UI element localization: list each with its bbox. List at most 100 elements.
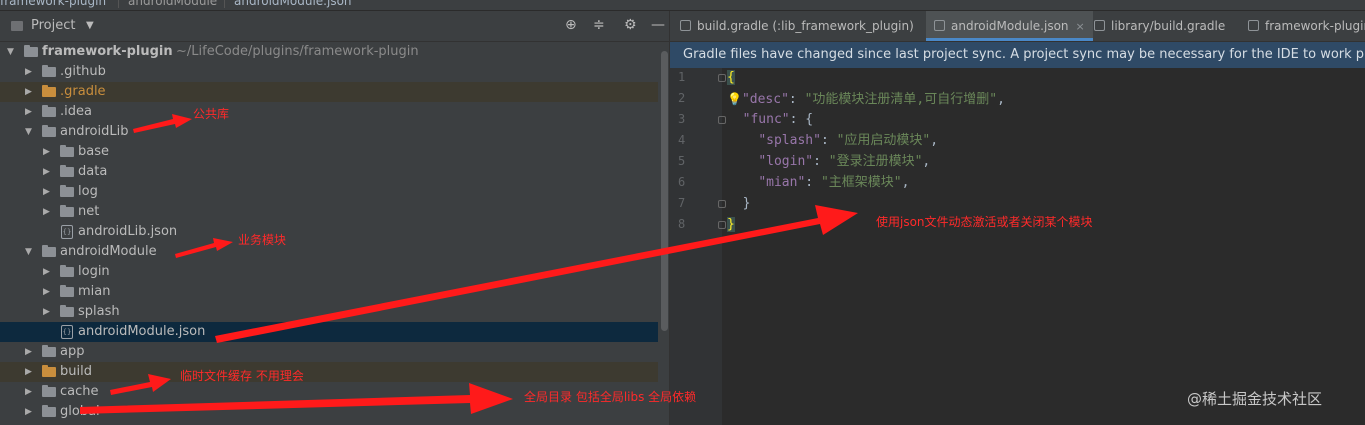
fold-marker-icon[interactable] [718,221,726,229]
tab-androidmodule-json[interactable]: androidModule.json × [926,11,1093,41]
expand-arrow-icon[interactable]: ▶ [25,362,32,382]
tree-item-global[interactable]: ▶ global [0,402,658,422]
tree-item-androidmodule[interactable]: ▼ androidModule [0,242,658,262]
expand-arrow-icon[interactable]: ▶ [43,302,50,322]
tab-label: library/build.gradle [1111,19,1226,33]
breadcrumb-root[interactable]: framework-plugin [0,0,106,8]
tree-item-gradle[interactable]: ▶ .gradle [0,82,658,102]
breadcrumb-module[interactable]: androidModule [128,0,217,8]
expand-arrow-icon[interactable]: ▶ [43,282,50,302]
tree-item-build[interactable]: ▶ build [0,362,658,382]
expand-arrow-icon[interactable]: ▼ [25,122,32,142]
gradle-file-icon [1094,20,1105,31]
expand-arrow-icon[interactable]: ▶ [25,382,32,402]
tree-item-github[interactable]: ▶ .github [0,62,658,82]
folder-icon [42,105,56,117]
tree-item-label: androidLib.json [78,224,178,239]
chevron-down-icon[interactable]: ▼ [86,20,94,31]
json-value: "主框架模块" [820,175,902,190]
tree-item-net[interactable]: ▶ net [0,202,658,222]
line-number: 7 [678,196,686,210]
project-panel-header: Project ▼ ⊕ ≑ ⚙ — [0,11,669,42]
fold-marker-icon[interactable] [718,200,726,208]
expand-arrow-icon[interactable]: ▶ [25,82,32,102]
line-number: 3 [678,112,686,126]
expand-arrow-icon[interactable]: ▶ [43,202,50,222]
annotation-cache: 临时文件缓存 不用理会 [180,369,304,383]
tree-item-label: .idea [60,104,92,119]
collapse-icon[interactable]: ≑ [593,17,605,33]
editor-tabs: build.gradle (:lib_framework_plugin) and… [670,11,1365,42]
folder-icon [60,265,74,277]
code-editor[interactable]: 1 2 3 4 5 6 7 8 { 💡"desc": "功能模块注册清单,可自行… [670,68,1365,425]
folder-icon [42,385,56,397]
tree-item-androidlib-json[interactable]: {} androidLib.json [0,222,658,242]
expand-arrow-icon[interactable]: ▶ [43,262,50,282]
fold-marker-icon[interactable] [718,74,726,82]
tree-item-androidlib[interactable]: ▼ androidLib [0,122,658,142]
expand-arrow-icon[interactable]: ▶ [25,102,32,122]
tree-item-androidmodule-json[interactable]: {} androidModule.json [0,322,658,342]
tree-item-label: net [78,204,100,219]
expand-arrow-icon[interactable]: ▶ [43,162,50,182]
annotation-public-lib: 公共库 [193,107,230,121]
code-line-5: "login": "登录注册模块", [758,154,931,169]
minimize-icon[interactable]: — [651,17,665,33]
expand-arrow-icon[interactable]: ▶ [25,62,32,82]
tree-item-label: cache [60,384,99,399]
tree-item-label: androidLib [60,124,129,139]
tab-framework-plugin[interactable]: framework-plugin [1248,11,1365,41]
expand-arrow-icon[interactable]: ▼ [25,242,32,262]
tree-item-label: data [78,164,108,179]
gear-icon[interactable]: ⚙ [624,17,637,33]
project-icon [11,21,23,31]
tree-item-label: build [60,364,92,379]
expand-arrow-icon[interactable]: ▶ [43,142,50,162]
annotation-global: 全局目录 包括全局libs 全局依赖 [524,390,697,404]
breadcrumb-separator [118,0,119,8]
code-line-6: "mian": "主框架模块", [758,175,910,190]
tree-item-label: mian [78,284,111,299]
folder-icon [42,245,56,257]
tree-item-label: .gradle [60,84,106,99]
folder-icon [42,125,56,137]
expand-arrow-icon[interactable]: ▼ [7,42,14,62]
lightbulb-icon[interactable]: 💡 [727,92,742,106]
locate-icon[interactable]: ⊕ [565,17,577,33]
tab-library-build-gradle[interactable]: library/build.gradle [1094,11,1225,41]
expand-arrow-icon[interactable]: ▶ [43,182,50,202]
tab-label: androidModule.json [951,19,1069,33]
json-key: "login" [758,154,814,169]
tree-item-idea[interactable]: ▶ .idea [0,102,658,122]
breadcrumb-file[interactable]: androidModule.json [234,0,352,8]
tree-item-label: global [60,404,100,419]
json-value: "功能模块注册清单,可自行增删" [804,92,998,107]
tree-root[interactable]: ▼ framework-plugin ~/LifeCode/plugins/fr… [0,42,658,62]
open-brace: { [727,70,735,85]
line-number: 1 [678,70,686,84]
close-icon[interactable]: × [1076,20,1085,33]
gradle-file-icon [1248,20,1259,31]
code-line-4: "splash": "应用启动模块", [758,133,939,148]
project-tree: ▼ framework-plugin ~/LifeCode/plugins/fr… [0,42,660,425]
tree-item-label: splash [78,304,120,319]
tree-item-label: .github [60,64,106,79]
project-view-title[interactable]: Project [31,18,75,33]
expand-arrow-icon[interactable]: ▶ [25,342,32,362]
tree-item-log[interactable]: ▶ log [0,182,658,202]
tree-item-mian[interactable]: ▶ mian [0,282,658,302]
tree-item-login[interactable]: ▶ login [0,262,658,282]
tree-item-base[interactable]: ▶ base [0,142,658,162]
tree-scrollbar[interactable] [661,51,668,331]
code-line-3: "func": { [742,112,814,127]
expand-arrow-icon[interactable]: ▶ [25,402,32,422]
tree-item-app[interactable]: ▶ app [0,342,658,362]
line-number: 4 [678,133,686,147]
tab-build-gradle[interactable]: build.gradle (:lib_framework_plugin) [680,11,914,41]
line-number: 2 [678,91,686,105]
fold-marker-icon[interactable] [718,116,726,124]
tab-label: build.gradle (:lib_framework_plugin) [697,19,914,33]
tree-item-splash[interactable]: ▶ splash [0,302,658,322]
tree-item-data[interactable]: ▶ data [0,162,658,182]
json-value: "应用启动模块" [836,133,931,148]
